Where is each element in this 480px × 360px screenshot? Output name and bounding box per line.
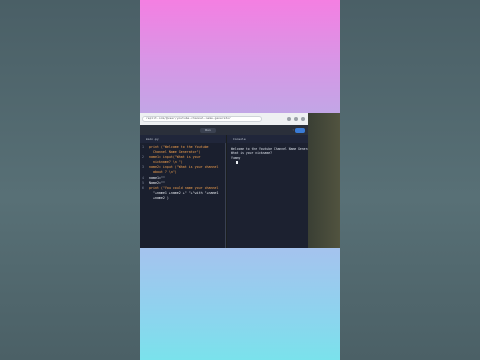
code-editor[interactable]: main.py 1 print ("Welcome to the Youtube …: [140, 135, 226, 248]
code-line: +name2 ): [149, 195, 169, 200]
address-text: replit.com/@user/youtube-channel-name-ge…: [146, 116, 231, 120]
invite-icon[interactable]: ◦: [292, 128, 294, 133]
top-gradient-band: [140, 0, 340, 113]
console-output: Welcome to the Youtube Channel Name Gene…: [231, 147, 315, 160]
run-button[interactable]: Run: [200, 128, 216, 133]
browser-toolbar: replit.com/@user/youtube-channel-name-ge…: [140, 113, 308, 125]
tab-console[interactable]: Console: [227, 135, 308, 143]
video-frame: replit.com/@user/youtube-channel-name-ge…: [140, 0, 340, 360]
replit-header: [140, 125, 308, 135]
bottom-gradient-band: [140, 248, 340, 360]
code-lines: 1 print ("Welcome to the Youtube Channel …: [142, 145, 224, 201]
profile-icon[interactable]: [294, 117, 298, 121]
console-panel[interactable]: Console Welcome to the Youtube Channel N…: [227, 135, 315, 248]
address-bar[interactable]: replit.com/@user/youtube-channel-name-ge…: [142, 116, 262, 122]
text-cursor: [236, 161, 238, 164]
share-button[interactable]: [295, 128, 305, 133]
room-background: [308, 113, 340, 248]
monitor: replit.com/@user/youtube-channel-name-ge…: [140, 113, 315, 248]
menu-icon[interactable]: [301, 117, 305, 121]
right-blurred-background: [340, 0, 480, 360]
browser-icons: [287, 117, 305, 121]
screen-photo: replit.com/@user/youtube-channel-name-ge…: [140, 113, 340, 248]
left-blurred-background: [0, 0, 140, 360]
console-line: Yummy: [231, 155, 241, 160]
tab-main-py[interactable]: main.py: [140, 135, 226, 143]
extension-icon[interactable]: [287, 117, 291, 121]
